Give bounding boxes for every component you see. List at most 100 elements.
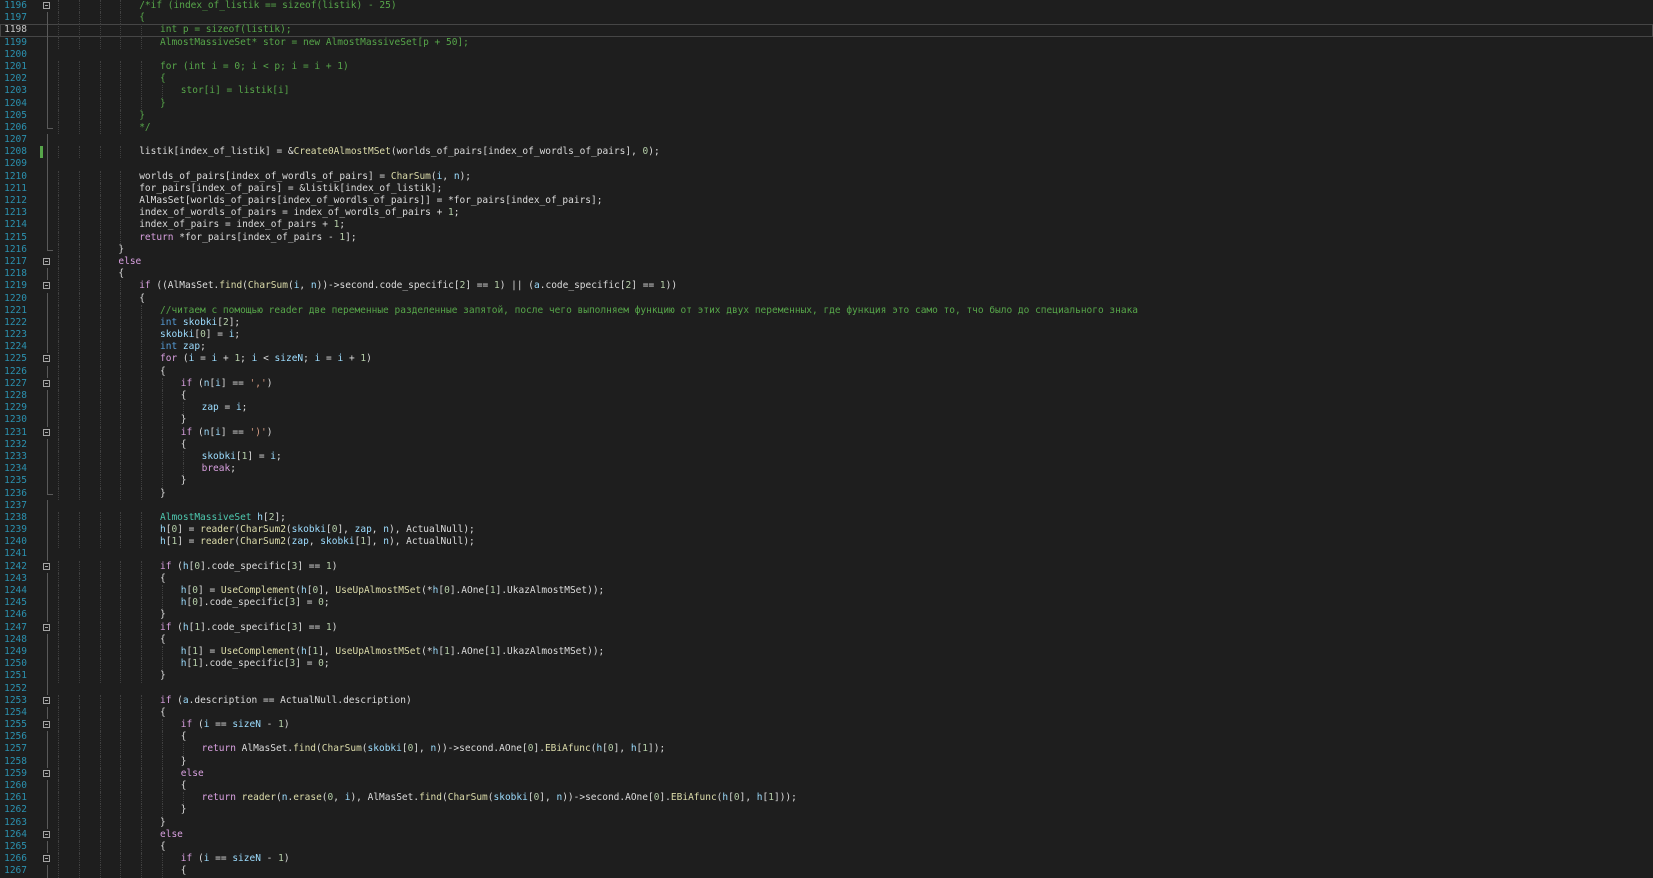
code-line[interactable]: 1247 if (h[1].code_specific[3] == 1) (0, 621, 1653, 634)
code-line[interactable]: 1215 return *for_pairs[index_of_pairs - 1… (0, 231, 1653, 244)
code-text[interactable]: index_of_pairs = index_of_pairs + 1; (139, 219, 345, 231)
code-text[interactable]: AlMasSet[worlds_of_pairs[index_of_wordls… (139, 195, 602, 207)
code-line[interactable]: 1235} (0, 475, 1653, 488)
code-line[interactable]: 1251} (0, 670, 1653, 683)
code-line[interactable]: 1198 int p = sizeof(listik); (0, 24, 1653, 37)
code-line[interactable]: 1223 skobki[0] = i; (0, 329, 1653, 342)
collapse-icon[interactable] (43, 623, 50, 631)
code-text[interactable]: } (181, 756, 187, 768)
collapse-icon[interactable] (43, 830, 50, 838)
code-text[interactable]: if (h[0].code_specific[3] == 1) (160, 561, 337, 573)
collapse-icon[interactable] (43, 2, 50, 9)
code-text[interactable]: for (int i = 0; i < p; i = i + 1) (160, 61, 349, 73)
code-line[interactable]: 1250 h[1].code_specific[3] = 0; (0, 658, 1653, 671)
code-line[interactable]: 1212 AlMasSet[worlds_of_pairs[index_of_wo… (0, 195, 1653, 208)
collapse-icon[interactable] (43, 562, 50, 570)
code-text[interactable]: { (181, 780, 187, 792)
collapse-icon[interactable] (43, 257, 50, 265)
code-text[interactable]: AlmostMassiveSet h[2]; (160, 512, 286, 524)
code-text[interactable]: int p = sizeof(listik); (160, 24, 292, 36)
code-text[interactable]: int zap; (160, 341, 206, 353)
code-line[interactable]: 1261 return reader(n.erase(0, i), AlMasSe… (0, 792, 1653, 805)
code-text[interactable]: return AlMasSet.find(CharSum(skobki[0], … (202, 743, 666, 755)
code-line[interactable]: 1233 skobki[1] = i; (0, 450, 1653, 464)
code-line[interactable]: 1240 h[1] = reader(CharSum2(zap, skobki[1… (0, 536, 1653, 549)
collapse-icon[interactable] (43, 696, 50, 704)
code-line[interactable]: 1206 */ (0, 121, 1653, 135)
code-text[interactable]: } (139, 110, 145, 122)
code-line[interactable]: 1258} (0, 755, 1653, 768)
code-text[interactable]: for_pairs[index_of_pairs] = &listik[inde… (139, 183, 442, 195)
code-line[interactable]: 1228 { (0, 390, 1653, 403)
code-line[interactable]: 1266 if (i == sizeN - 1) (0, 853, 1653, 866)
code-text[interactable]: */ (139, 122, 150, 134)
code-text[interactable]: if (i == sizeN - 1) (181, 853, 290, 865)
code-text[interactable]: skobki[0] = i; (160, 329, 240, 341)
code-line[interactable]: 1262} (0, 804, 1653, 817)
code-text[interactable]: } (181, 414, 187, 426)
code-text[interactable]: listik[index_of_listik] = &Create0Almost… (139, 146, 660, 158)
collapse-icon[interactable] (43, 855, 50, 863)
code-line[interactable]: 1211 for_pairs[index_of_pairs] = &listik[… (0, 182, 1653, 195)
code-line[interactable]: 1197 { (0, 12, 1653, 25)
code-text[interactable]: } (160, 670, 166, 682)
code-text[interactable]: } (181, 475, 187, 487)
code-line[interactable]: 1220 { (0, 292, 1653, 305)
code-line[interactable]: 1236} (0, 487, 1653, 500)
code-line[interactable]: 1265 { (0, 840, 1653, 854)
code-line[interactable]: 1264 else (0, 828, 1653, 841)
code-text[interactable]: break; (202, 463, 236, 475)
code-text[interactable]: { (160, 841, 166, 853)
code-text[interactable]: } (160, 817, 166, 829)
code-text[interactable]: { (160, 573, 166, 585)
code-line[interactable]: 1252 (0, 682, 1653, 695)
code-text[interactable]: /*if (index_of_listik == sizeof(listik) … (139, 0, 396, 12)
code-line[interactable]: 1205} (0, 109, 1653, 122)
code-text[interactable]: { (118, 268, 124, 280)
code-line[interactable]: 1222 int skobki[2]; (0, 316, 1653, 330)
code-text[interactable]: h[0] = UseComplement(h[0], UseUpAlmostMS… (181, 585, 604, 597)
code-line[interactable]: 1226 { (0, 365, 1653, 378)
code-text[interactable]: zap = i; (202, 402, 248, 414)
code-text[interactable]: int skobki[2]; (160, 317, 240, 329)
code-text[interactable]: { (181, 731, 187, 743)
code-text[interactable]: if (a.description == ActualNull.descript… (160, 695, 412, 707)
code-line[interactable]: 1243 { (0, 572, 1653, 585)
code-text[interactable]: } (160, 609, 166, 621)
code-line[interactable]: 1221 //читаем с помощью reader две переме… (0, 304, 1653, 317)
code-line[interactable]: 1242 if (h[0].code_specific[3] == 1) (0, 560, 1653, 573)
code-text[interactable]: h[0] = reader(CharSum2(skobki[0], zap, n… (160, 524, 475, 536)
code-line[interactable]: 1207 (0, 134, 1653, 147)
code-text[interactable]: if (h[1].code_specific[3] == 1) (160, 622, 337, 634)
code-line[interactable]: 1230} (0, 414, 1653, 427)
code-line[interactable]: 1254 { (0, 706, 1653, 720)
code-text[interactable]: else (118, 256, 141, 268)
code-text[interactable]: for (i = i + 1; i < sizeN; i = i + 1) (160, 353, 372, 365)
code-text[interactable]: h[1] = UseComplement(h[1], UseUpAlmostMS… (181, 646, 604, 658)
code-line[interactable]: 1248 { (0, 633, 1653, 646)
code-text[interactable]: worlds_of_pairs[index_of_wordls_of_pairs… (139, 171, 471, 183)
code-text[interactable]: } (181, 804, 187, 816)
code-line[interactable]: 1219 if ((AlMasSet.find(CharSum(i, n))->s… (0, 280, 1653, 293)
code-text[interactable]: h[0].code_specific[3] = 0; (181, 597, 330, 609)
code-line[interactable]: 1241 (0, 548, 1653, 561)
code-text[interactable]: AlmostMassiveSet* stor = new AlmostMassi… (160, 37, 469, 49)
collapse-icon[interactable] (43, 428, 50, 436)
code-line[interactable]: 1244 h[0] = UseComplement(h[0], UseUpAlmo… (0, 585, 1653, 598)
code-line[interactable]: 1196 /*if (index_of_listik == sizeof(list… (0, 0, 1653, 13)
code-line[interactable]: 1216} (0, 243, 1653, 256)
code-line[interactable]: 1210 worlds_of_pairs[index_of_wordls_of_p… (0, 170, 1653, 183)
code-text[interactable]: h[1].code_specific[3] = 0; (181, 658, 330, 670)
code-line[interactable]: 1255 if (i == sizeN - 1) (0, 719, 1653, 732)
code-line[interactable]: 1225 for (i = i + 1; i < sizeN; i = i + 1… (0, 353, 1653, 366)
code-text[interactable]: stor[i] = listik[i] (181, 85, 290, 97)
code-line[interactable]: 1199 AlmostMassiveSet* stor = new AlmostM… (0, 36, 1653, 49)
code-line[interactable]: 1237 (0, 499, 1653, 512)
collapse-icon[interactable] (43, 282, 50, 290)
collapse-icon[interactable] (43, 721, 50, 729)
collapse-icon[interactable] (43, 379, 50, 387)
collapse-icon[interactable] (43, 355, 50, 363)
code-text[interactable]: { (139, 293, 145, 305)
code-line[interactable]: 1200 (0, 48, 1653, 61)
code-text[interactable]: { (181, 390, 187, 402)
